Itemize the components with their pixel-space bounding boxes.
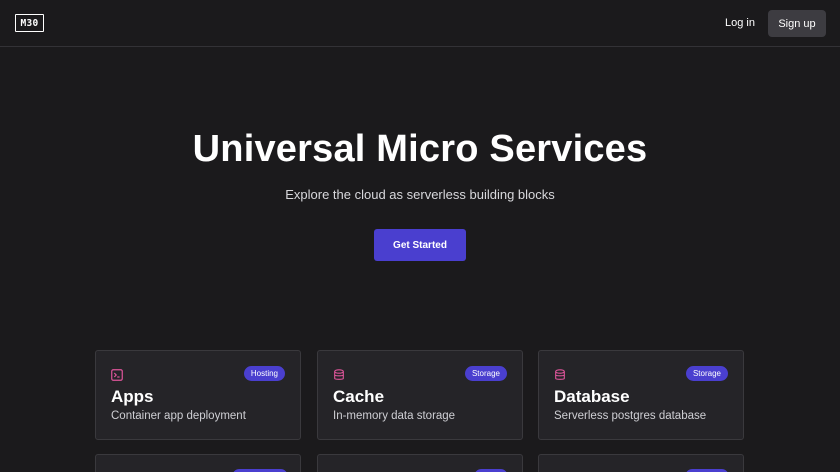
card-title: Cache: [333, 387, 385, 406]
service-card-apps[interactable]: Hosting Apps Container app deployment: [95, 350, 301, 440]
signup-button[interactable]: Sign up: [768, 10, 826, 37]
get-started-button[interactable]: Get Started: [374, 229, 466, 261]
service-card-partial[interactable]: [317, 454, 523, 472]
top-nav: M30 Log in Sign up: [0, 0, 840, 47]
category-badge: Storage: [464, 366, 507, 381]
card-description: Serverless postgres database: [554, 410, 707, 422]
card-title: Database: [554, 387, 630, 406]
database-icon: [554, 368, 566, 380]
terminal-icon: [111, 368, 123, 381]
database-icon: [333, 368, 345, 380]
service-card-cache[interactable]: Storage Cache In-memory data storage: [317, 350, 523, 440]
card-description: In-memory data storage: [333, 410, 456, 422]
service-card-database[interactable]: Storage Database Serverless postgres dat…: [538, 350, 744, 440]
card-title: Apps: [111, 387, 154, 406]
service-card-partial[interactable]: [538, 454, 744, 472]
category-badge: Hosting: [243, 366, 285, 381]
login-link[interactable]: Log in: [716, 10, 764, 36]
category-badge: Storage: [685, 366, 728, 381]
hero-title: Universal Micro Services: [192, 128, 648, 170]
service-card-partial[interactable]: [95, 454, 301, 472]
m30-logo[interactable]: M30: [15, 14, 44, 32]
card-description: Container app deployment: [111, 410, 246, 422]
hero-subtitle: Explore the cloud as serverless building…: [285, 187, 555, 202]
